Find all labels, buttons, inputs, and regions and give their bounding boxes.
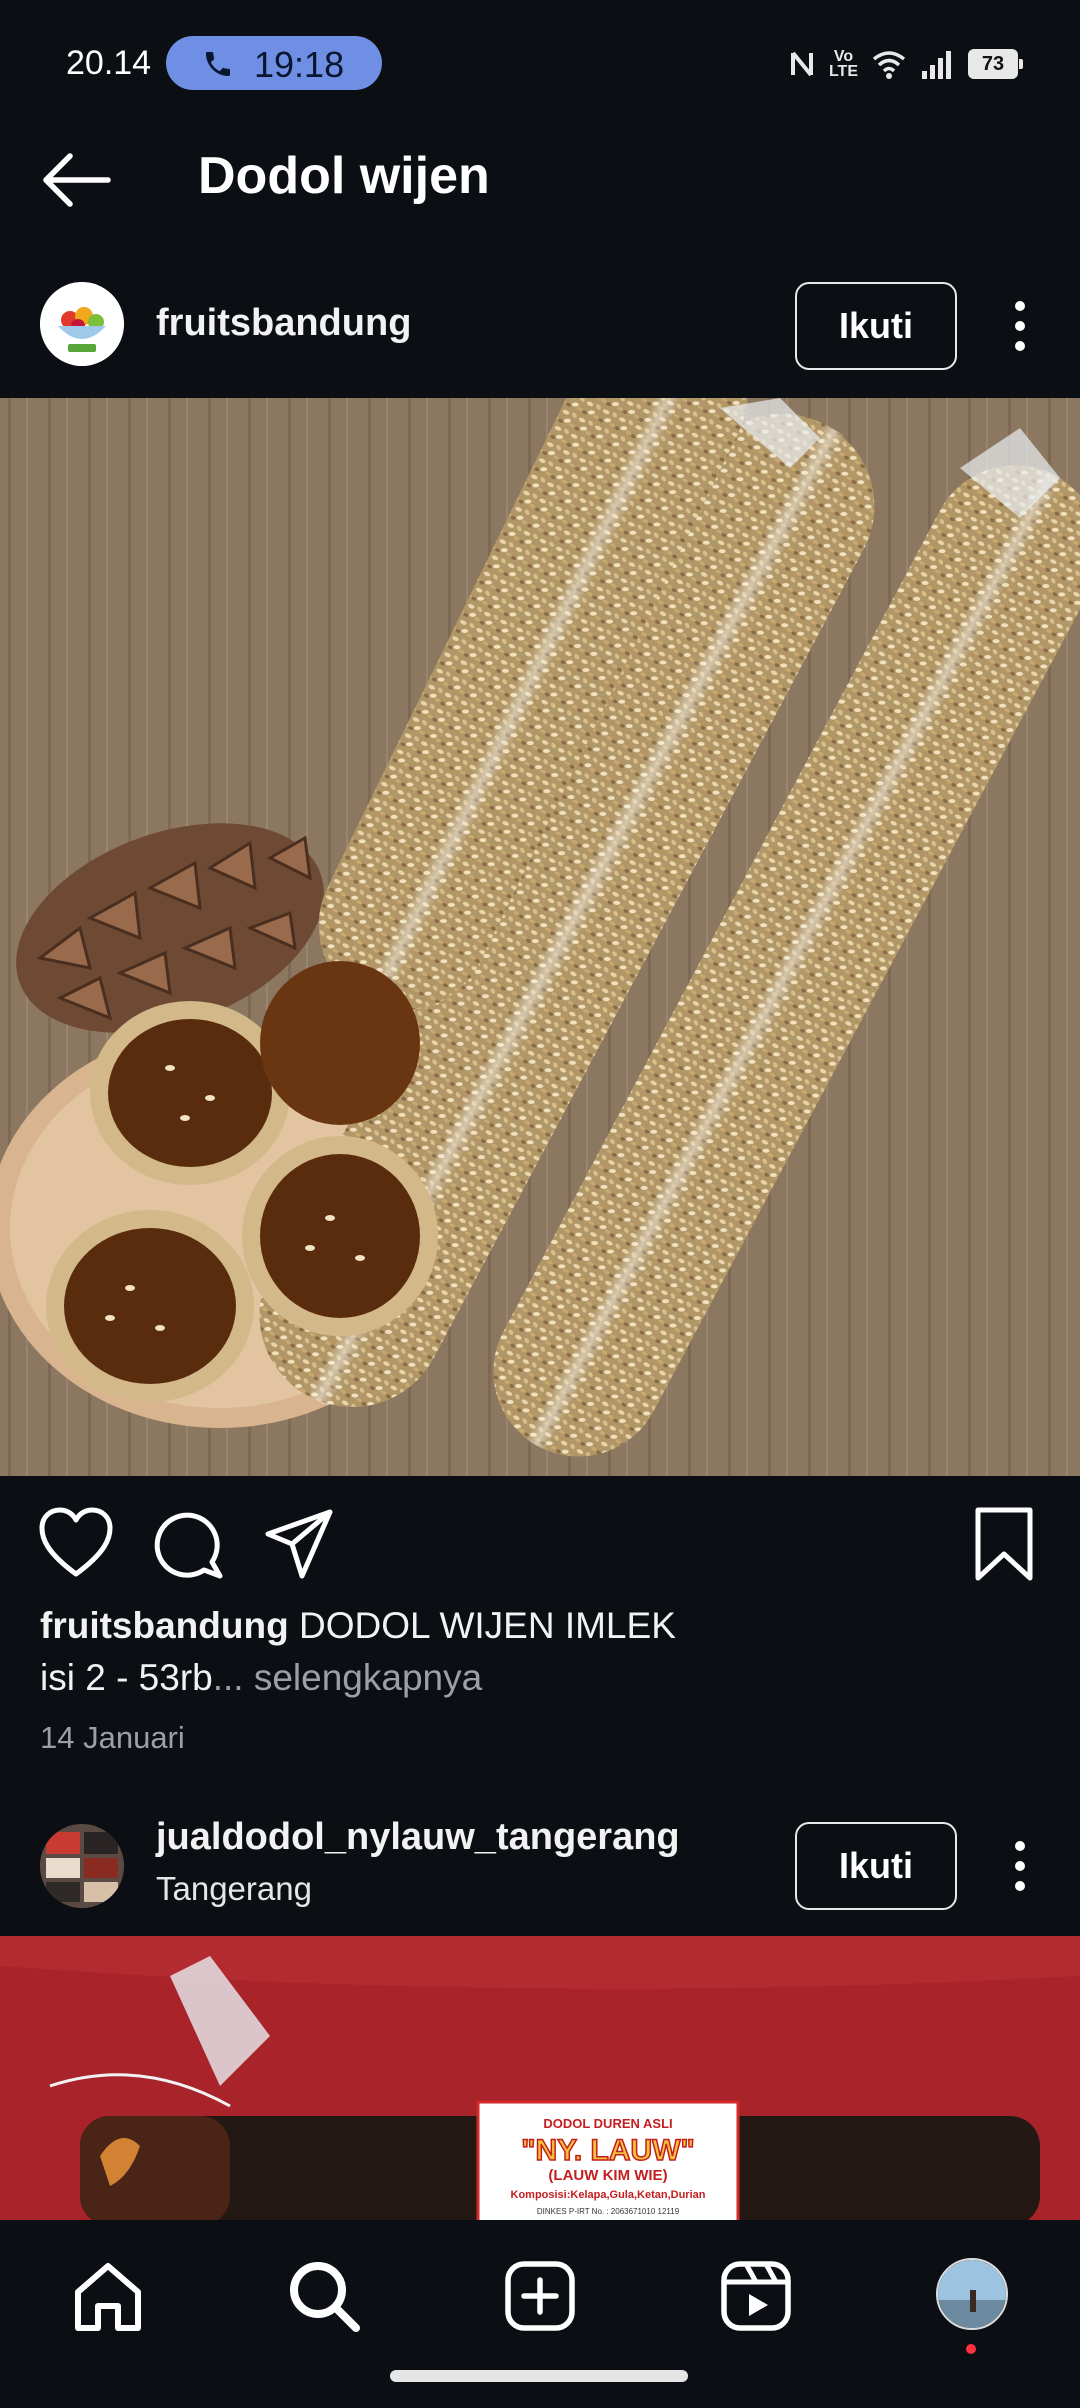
- caption-text: DODOL WIJEN IMLEK: [298, 1605, 676, 1646]
- post-username[interactable]: jualdodol_nylauw_tangerang: [156, 1816, 680, 1859]
- status-icons: Vo LTE 73: [789, 44, 1023, 84]
- nfc-icon: [790, 51, 813, 77]
- more-vertical-icon[interactable]: [1000, 1836, 1040, 1896]
- search-icon[interactable]: [284, 2256, 364, 2336]
- shop-avatar-icon: [40, 1824, 124, 1908]
- battery-icon: 73: [968, 49, 1023, 79]
- bookmark-icon[interactable]: [964, 1504, 1044, 1584]
- send-icon[interactable]: [260, 1504, 340, 1584]
- fruit-bowl-logo-icon: [40, 282, 124, 366]
- sesame-dodol-photo: [0, 398, 1080, 1476]
- more-link[interactable]: ... selengkapnya: [213, 1657, 482, 1698]
- label-composition-text: Komposisi:Kelapa,Gula,Ketan,Durian: [511, 2189, 706, 2201]
- avatar[interactable]: [40, 1824, 124, 1908]
- home-icon[interactable]: [68, 2256, 148, 2336]
- top-app-bar: Dodol wijen: [0, 124, 1080, 234]
- post-caption: fruitsbandung DODOL WIJEN IMLEK isi 2 - …: [40, 1600, 1040, 1704]
- label-permit-text: DINKES P-IRT No. : 2063671010 12119: [537, 2207, 680, 2216]
- profile-avatar[interactable]: [936, 2258, 1008, 2330]
- reels-icon[interactable]: [716, 2256, 796, 2336]
- post-username[interactable]: fruitsbandung: [156, 302, 411, 345]
- follow-button[interactable]: Ikuti: [795, 1822, 957, 1910]
- home-indicator[interactable]: [390, 2370, 688, 2382]
- plus-square-icon[interactable]: [500, 2256, 580, 2336]
- follow-button[interactable]: Ikuti: [795, 282, 957, 370]
- caption-username[interactable]: fruitsbandung: [40, 1605, 289, 1646]
- post-location[interactable]: Tangerang: [156, 1870, 312, 1908]
- post-image[interactable]: DODOL DUREN ASLI "NY. LAUW" (LAUW KIM WI…: [0, 1936, 1080, 2220]
- call-timer: 19:18: [254, 44, 345, 85]
- profile-photo: [938, 2260, 1006, 2328]
- battery-level: 73: [981, 52, 1005, 75]
- post-date: 14 Januari: [40, 1720, 185, 1755]
- caption-line-2: isi 2 - 53rb: [40, 1657, 213, 1698]
- wifi-icon: [872, 51, 906, 79]
- post-actions: [0, 1476, 1080, 1606]
- ongoing-call-pill[interactable]: 19:18: [166, 36, 382, 90]
- status-time: 20.14: [66, 44, 152, 82]
- status-bar: 20.14 19:18 Vo LTE 73: [0, 0, 1080, 124]
- notification-dot: [966, 2344, 976, 2354]
- post-header: fruitsbandung Ikuti: [0, 266, 1080, 382]
- dodol-duren-photo: DODOL DUREN ASLI "NY. LAUW" (LAUW KIM WI…: [0, 1936, 1080, 2220]
- heart-icon[interactable]: [36, 1504, 116, 1584]
- phone-icon: [206, 52, 230, 76]
- comment-icon[interactable]: [148, 1504, 228, 1584]
- more-vertical-icon[interactable]: [1000, 296, 1040, 356]
- arrow-left-icon[interactable]: [40, 150, 116, 210]
- label-name-text: (LAUW KIM WIE): [548, 2167, 667, 2184]
- avatar[interactable]: [40, 282, 124, 366]
- volte-icon: Vo LTE: [828, 48, 858, 80]
- post-header: jualdodol_nylauw_tangerang Tangerang Iku…: [0, 1806, 1080, 1922]
- signal-icon: [922, 51, 951, 79]
- label-brand-text: "NY. LAUW": [521, 2134, 694, 2167]
- page-title: Dodol wijen: [198, 147, 490, 205]
- label-top-text: DODOL DUREN ASLI: [543, 2116, 672, 2131]
- post-image[interactable]: [0, 398, 1080, 1476]
